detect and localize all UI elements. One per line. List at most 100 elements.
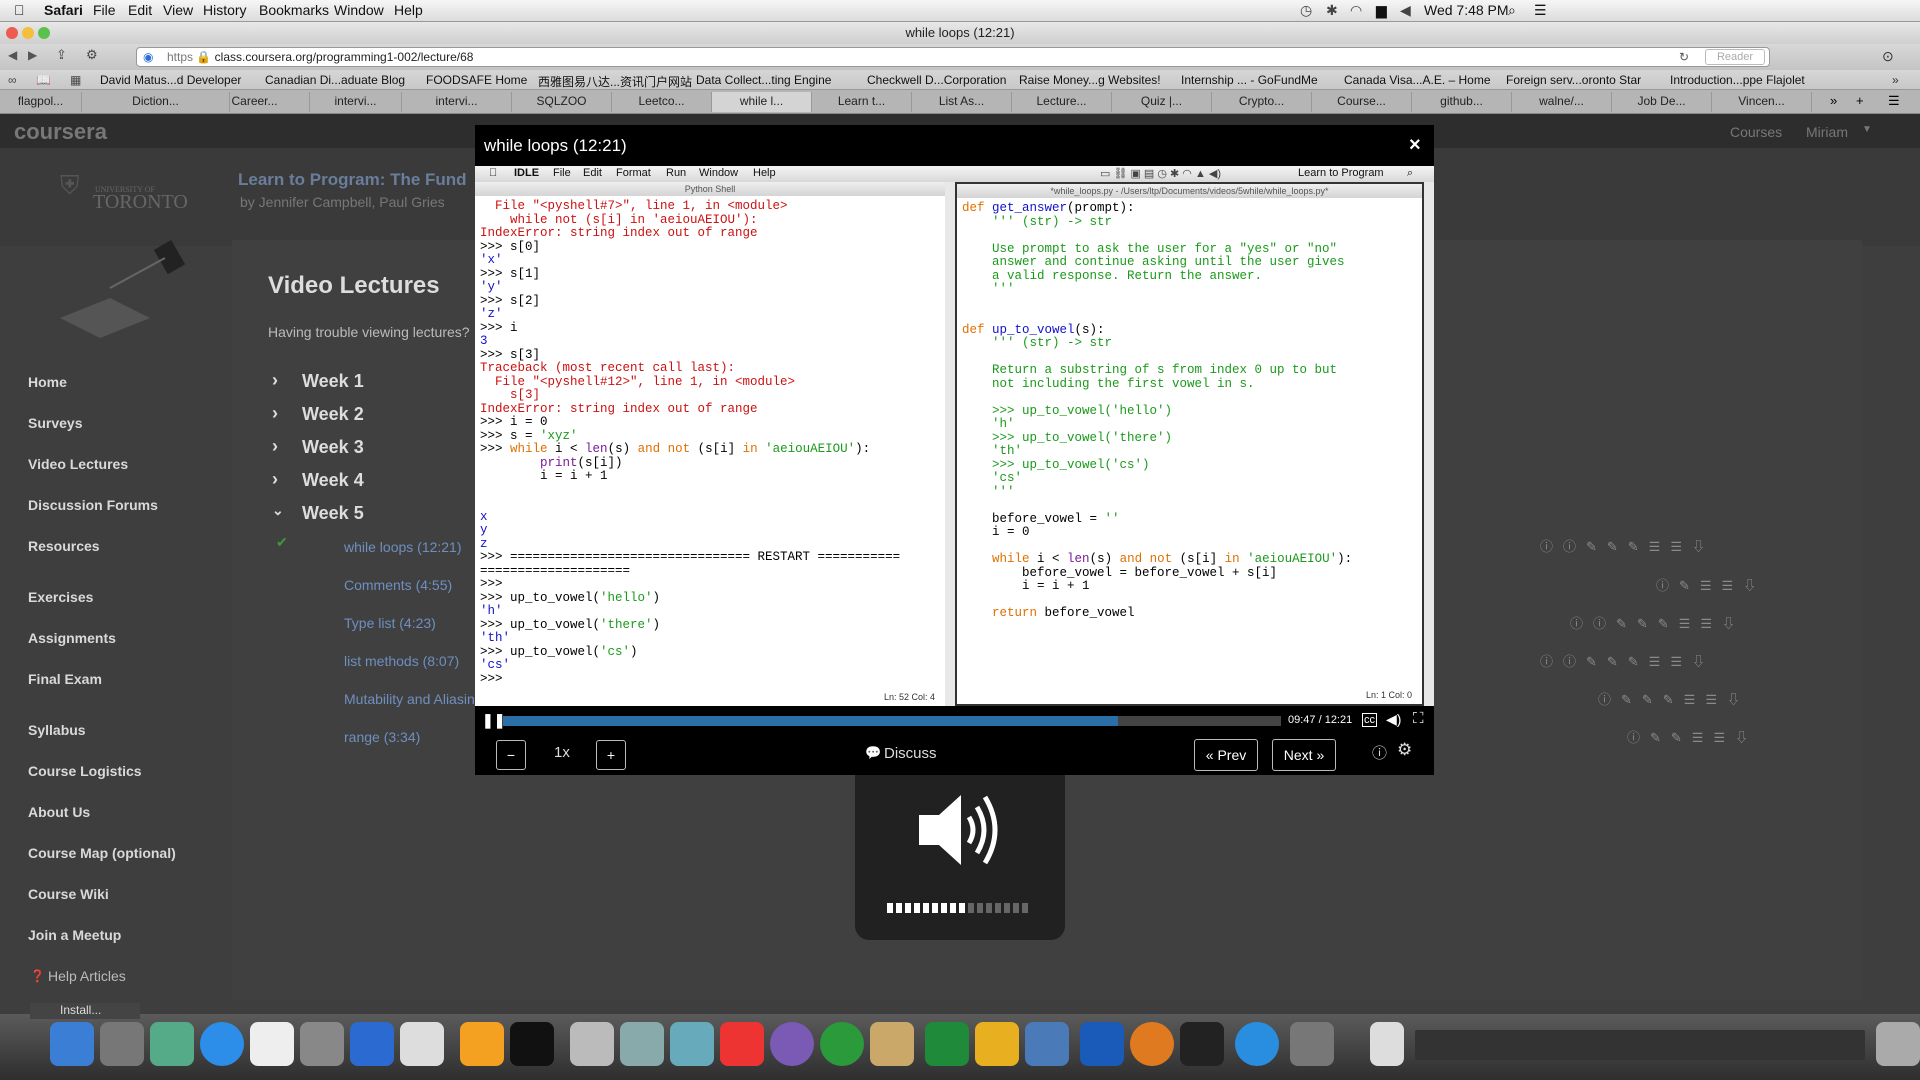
- tab[interactable]: Course...: [1312, 92, 1412, 112]
- tab[interactable]: intervi...: [402, 92, 512, 112]
- nav-courses[interactable]: Courses: [1730, 124, 1782, 140]
- reload-icon[interactable]: ↻: [1679, 48, 1689, 66]
- spotlight-icon[interactable]: ⌕: [1508, 2, 1516, 19]
- sidebar-item-assignments[interactable]: Assignments: [28, 630, 116, 646]
- tab[interactable]: List As...: [912, 92, 1012, 112]
- acrobat-icon[interactable]: [720, 1022, 764, 1066]
- tab[interactable]: Career...: [200, 92, 310, 112]
- trash-icon[interactable]: [1876, 1022, 1920, 1066]
- finder-icon[interactable]: [50, 1022, 94, 1066]
- sidebar-item-exercises[interactable]: Exercises: [28, 589, 93, 605]
- back-icon[interactable]: ◀: [8, 48, 17, 62]
- faster-button[interactable]: +: [596, 740, 626, 770]
- sidebar-item-discussion-forums[interactable]: Discussion Forums: [28, 497, 158, 513]
- nav-user[interactable]: Miriam: [1806, 124, 1848, 140]
- utilities-icon[interactable]: [570, 1022, 614, 1066]
- extension-icon[interactable]: ⚙: [86, 47, 98, 63]
- coursera-logo[interactable]: coursera: [14, 119, 107, 145]
- flag-icon[interactable]: ▆: [1376, 2, 1387, 19]
- downloads-icon[interactable]: ⊙: [1882, 48, 1894, 65]
- bookmark-item[interactable]: 西雅图易八达...资讯门户网站: [538, 73, 692, 90]
- tab[interactable]: Crypto...: [1212, 92, 1312, 112]
- wifi-icon[interactable]: ◠: [1350, 2, 1362, 19]
- bookmark-item[interactable]: Introduction...ppe Flajolet: [1670, 73, 1805, 87]
- tab[interactable]: intervi...: [310, 92, 402, 112]
- sidebar-item-about-us[interactable]: About Us: [28, 804, 90, 820]
- lecture-actions[interactable]: ⓘ✎✎☰☰⇩: [1627, 727, 1758, 746]
- new-tab-icon[interactable]: +: [1856, 93, 1864, 108]
- tab-overview-icon[interactable]: ☰: [1888, 93, 1900, 109]
- menu-bookmarks[interactable]: Bookmarks: [259, 2, 329, 18]
- xcode-icon[interactable]: [670, 1022, 714, 1066]
- chevron-right-icon[interactable]: ›: [272, 436, 278, 457]
- python-icon[interactable]: [1025, 1022, 1069, 1066]
- fullscreen-icon[interactable]: ⛶: [1413, 710, 1424, 727]
- headphones-icon[interactable]: [1180, 1022, 1224, 1066]
- sidebar-item-syllabus[interactable]: Syllabus: [28, 722, 86, 738]
- sidebar-item-help-articles[interactable]: Help Articles: [48, 968, 126, 984]
- sidebar-item-video-lectures[interactable]: Video Lectures: [28, 456, 128, 472]
- captions-icon[interactable]: cc: [1362, 713, 1377, 727]
- tab[interactable]: walne/...: [1512, 92, 1612, 112]
- course-title[interactable]: Learn to Program: The Fund: [238, 170, 467, 190]
- week-header[interactable]: Week 2: [302, 404, 364, 425]
- tab[interactable]: github...: [1412, 92, 1512, 112]
- tab[interactable]: SQLZOO: [512, 92, 612, 112]
- lecture-link[interactable]: Comments (4:55): [344, 577, 452, 593]
- chrome-icon[interactable]: [820, 1022, 864, 1066]
- sidebar-item-course-logistics[interactable]: Course Logistics: [28, 763, 142, 779]
- address-bar[interactable]: ◉ https 🔒 class.coursera.org/programming…: [136, 47, 1770, 67]
- tab[interactable]: Vincen...: [1712, 92, 1812, 112]
- sidebar-item-final-exam[interactable]: Final Exam: [28, 671, 102, 687]
- lecture-link[interactable]: Type list (4:23): [344, 615, 436, 631]
- week-header[interactable]: Week 4: [302, 470, 364, 491]
- bookmarks-icon[interactable]: 📖: [36, 73, 51, 87]
- close-icon[interactable]: ×: [1409, 134, 1421, 157]
- sidebar-item-course-wiki[interactable]: Course Wiki: [28, 886, 109, 902]
- folder-icon[interactable]: [870, 1022, 914, 1066]
- trouble-link[interactable]: Having trouble viewing lectures?: [268, 324, 470, 340]
- launchpad-icon[interactable]: [100, 1022, 144, 1066]
- mission-control-icon[interactable]: [150, 1022, 194, 1066]
- discuss-icon[interactable]: 💬: [865, 745, 881, 761]
- lecture-link[interactable]: list methods (8:07): [344, 653, 459, 669]
- app-icon[interactable]: [975, 1022, 1019, 1066]
- volume-icon[interactable]: ◀): [1386, 711, 1401, 728]
- lecture-link[interactable]: while loops (12:21): [344, 539, 462, 555]
- app-store-icon[interactable]: [1235, 1022, 1279, 1066]
- system-preferences-icon[interactable]: [300, 1022, 344, 1066]
- apple-icon[interactable]: : [14, 2, 25, 18]
- forward-icon[interactable]: ▶: [28, 48, 37, 62]
- settings-gear-icon[interactable]: ⚙: [1397, 740, 1412, 760]
- safari-icon[interactable]: [200, 1022, 244, 1066]
- lecture-actions[interactable]: ⓘⓘ✎✎✎☰☰⇩: [1570, 613, 1745, 632]
- chevron-right-icon[interactable]: ›: [272, 370, 278, 391]
- minimize-window-icon[interactable]: [22, 27, 34, 39]
- sidebar-item-surveys[interactable]: Surveys: [28, 415, 82, 431]
- progress-bar[interactable]: [503, 716, 1281, 726]
- lecture-actions[interactable]: ⓘⓘ✎✎✎☰☰⇩: [1540, 536, 1715, 555]
- bookmark-item[interactable]: Raise Money...g Websites!: [1019, 73, 1161, 87]
- discuss-button[interactable]: Discuss: [884, 745, 937, 762]
- clock[interactable]: Wed 7:48 PM: [1424, 2, 1509, 18]
- week-header[interactable]: Week 3: [302, 437, 364, 458]
- chevron-right-icon[interactable]: ›: [272, 469, 278, 490]
- sidebar-item-home[interactable]: Home: [28, 374, 67, 390]
- preview-icon[interactable]: [620, 1022, 664, 1066]
- terminal-icon[interactable]: [510, 1022, 554, 1066]
- bluetooth-icon[interactable]: ✱: [1326, 2, 1338, 19]
- share-icon[interactable]: ⇪: [56, 47, 67, 63]
- document-icon[interactable]: [1370, 1022, 1404, 1066]
- excel-icon[interactable]: [925, 1022, 969, 1066]
- menu-help[interactable]: Help: [394, 2, 423, 18]
- tab[interactable]: Quiz |...: [1112, 92, 1212, 112]
- sublime-icon[interactable]: [460, 1022, 504, 1066]
- bookmark-item[interactable]: Foreign serv...oronto Star: [1506, 73, 1641, 87]
- tabs-overflow-icon[interactable]: »: [1830, 93, 1837, 108]
- bookmark-item[interactable]: Canada Visa...A.E. – Home: [1344, 73, 1491, 87]
- bookmark-item[interactable]: Canadian Di...aduate Blog: [265, 73, 405, 87]
- chevron-down-icon[interactable]: ⌄: [272, 502, 284, 519]
- lecture-actions[interactable]: ⓘⓘ✎✎✎☰☰⇩: [1540, 651, 1715, 670]
- time-machine-icon[interactable]: ◷: [1300, 2, 1312, 19]
- sidebar-item-join-meetup[interactable]: Join a Meetup: [28, 927, 121, 943]
